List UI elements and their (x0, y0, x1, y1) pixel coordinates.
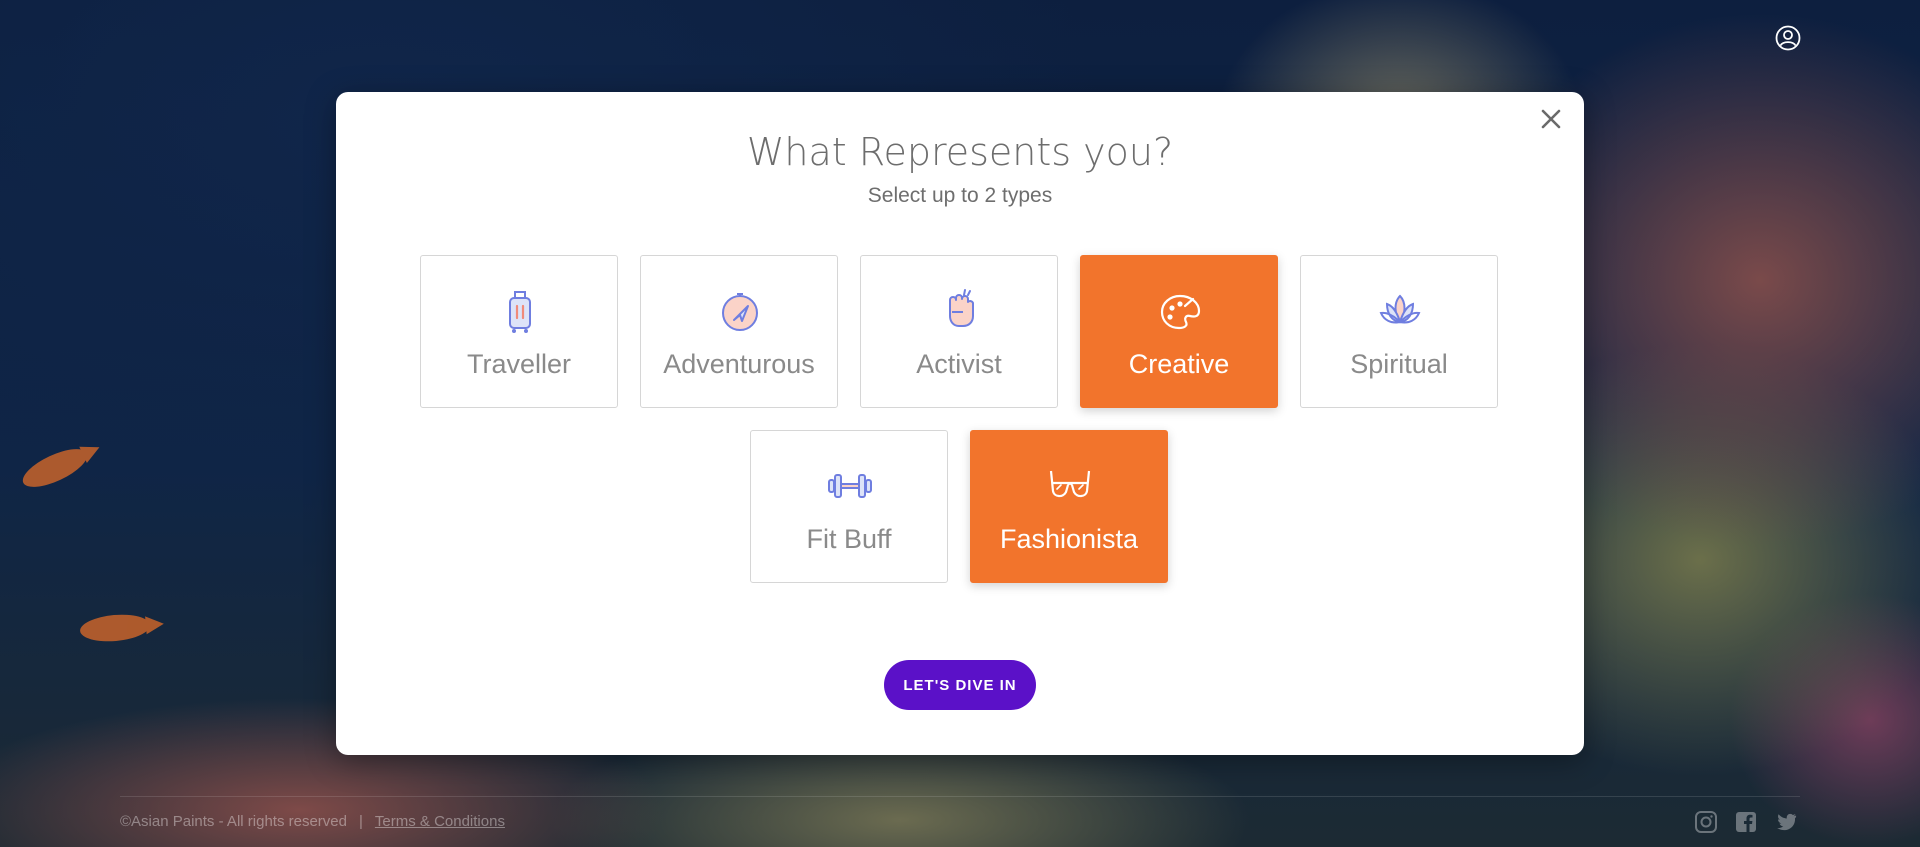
option-card-spiritual[interactable]: Spiritual (1300, 255, 1498, 408)
dumbbell-icon (828, 474, 872, 498)
modal-subtitle: Select up to 2 types (867, 184, 1053, 207)
raised-fist-icon (949, 289, 974, 327)
option-card-activist[interactable]: Activist (860, 255, 1058, 408)
user-account-icon[interactable] (1774, 24, 1802, 52)
footer-separator: | (358, 813, 363, 830)
persona-selection-modal: What Represents you? Select up to 2 type… (336, 92, 1584, 755)
option-label: Creative (1128, 349, 1230, 379)
option-card-creative[interactable]: Creative (1080, 255, 1278, 408)
modal-title: What Represents you? (746, 130, 1174, 174)
option-label: Fit Buff (806, 524, 892, 554)
facebook-icon[interactable] (1734, 810, 1758, 834)
option-card-adventurous[interactable]: Adventurous (640, 255, 838, 408)
footer-copyright: ©Asian Paints - All rights reserved | Term… (120, 813, 505, 830)
suitcase-icon (509, 291, 531, 333)
palette-icon (1160, 294, 1201, 330)
sunglasses-icon (1049, 470, 1091, 498)
option-card-fashionista[interactable]: Fashionista (970, 430, 1168, 583)
copyright-text: ©Asian Paints - All rights reserved (120, 813, 347, 830)
instagram-icon[interactable] (1694, 810, 1718, 834)
option-label: Traveller (466, 349, 572, 379)
lotus-icon (1379, 294, 1421, 324)
option-card-traveller[interactable]: Traveller (420, 255, 618, 408)
terms-link[interactable]: Terms & Conditions (375, 813, 505, 830)
twitter-icon[interactable] (1774, 810, 1798, 834)
option-label: Activist (916, 349, 1002, 379)
lets-dive-in-button[interactable]: LET'S DIVE IN (884, 660, 1036, 710)
footer-divider (120, 796, 1800, 797)
compass-icon (722, 293, 758, 331)
option-label: Spiritual (1350, 349, 1448, 379)
option-label: Adventurous (663, 349, 815, 379)
option-label: Fashionista (999, 524, 1139, 554)
option-card-fit-buff[interactable]: Fit Buff (750, 430, 948, 583)
